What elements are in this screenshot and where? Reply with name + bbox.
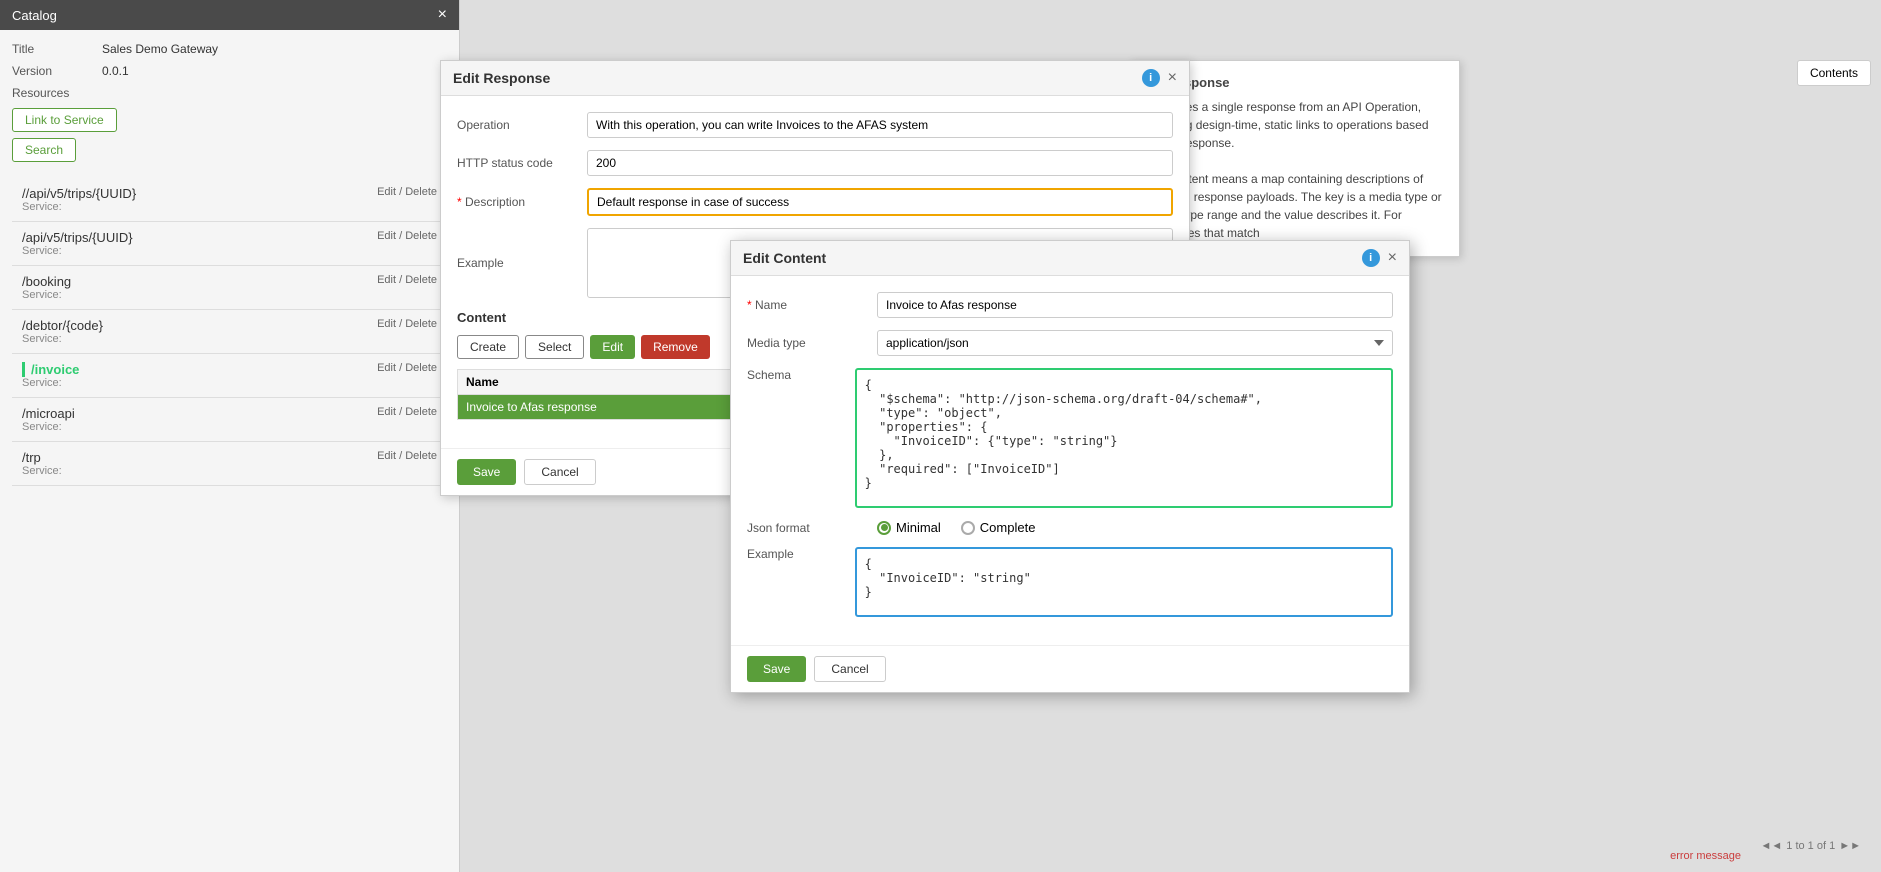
nav-path: /api/v5/trips/{UUID} [22, 230, 437, 245]
nav-path: //api/v5/trips/{UUID} [22, 186, 437, 201]
catalog-title: Catalog [12, 8, 57, 23]
content-name-label: Name [747, 298, 877, 312]
edit-content-title: Edit Content [743, 250, 826, 266]
nav-service: Service: [22, 421, 437, 433]
schema-textarea[interactable]: { "$schema": "http://json-schema.org/dra… [855, 368, 1393, 508]
schema-label: Schema [747, 368, 855, 382]
info-panel-title: The response [1145, 75, 1445, 90]
description-label: Description [457, 195, 587, 209]
nav-path: /trp [22, 450, 437, 465]
catalog-header: Catalog × [0, 0, 459, 30]
content-name-input[interactable] [877, 292, 1393, 318]
edit-response-close-icon[interactable]: × [1168, 69, 1177, 87]
json-format-row: Json format Minimal Complete [747, 520, 1393, 535]
nav-item[interactable]: Edit / Delete /invoice Service: [12, 354, 447, 398]
edit-content-save-button[interactable]: Save [747, 656, 806, 682]
schema-row: Schema { "$schema": "http://json-schema.… [747, 368, 1393, 508]
radio-minimal-label: Minimal [896, 520, 941, 535]
edit-content-button[interactable]: Edit [590, 335, 635, 359]
nav-path: /booking [22, 274, 437, 289]
edit-response-title: Edit Response [453, 70, 550, 86]
nav-edit-link[interactable]: Edit / Delete [377, 362, 437, 374]
nav-item[interactable]: Edit / Delete /trp Service: [12, 442, 447, 486]
description-row: Description [457, 188, 1173, 216]
nav-path: /invoice [22, 362, 437, 377]
media-type-select[interactable]: application/json [877, 330, 1393, 356]
nav-item[interactable]: Edit / Delete /api/v5/trips/{UUID} Servi… [12, 222, 447, 266]
http-status-label: HTTP status code [457, 156, 587, 170]
search-button[interactable]: Search [12, 138, 76, 162]
edit-content-header-actions: i × [1362, 249, 1397, 267]
nav-item[interactable]: Edit / Delete //api/v5/trips/{UUID} Serv… [12, 178, 447, 222]
info-panel-text: Describes a single response from an API … [1145, 98, 1445, 242]
edit-response-header-actions: i × [1142, 69, 1177, 87]
nav-service: Service: [22, 465, 437, 477]
edit-content-close-icon[interactable]: × [1388, 249, 1397, 267]
content-example-row: Example { "InvoiceID": "string" } [747, 547, 1393, 617]
title-field: Title Sales Demo Gateway [12, 42, 447, 56]
nav-edit-link[interactable]: Edit / Delete [377, 274, 437, 286]
title-label: Title [12, 42, 102, 56]
json-format-radio-group: Minimal Complete [877, 520, 1035, 535]
title-value: Sales Demo Gateway [102, 42, 218, 56]
nav-list: Edit / Delete //api/v5/trips/{UUID} Serv… [12, 178, 447, 486]
nav-edit-link[interactable]: Edit / Delete [377, 450, 437, 462]
version-label: Version [12, 64, 102, 78]
contents-button[interactable]: Contents [1797, 60, 1871, 86]
edit-response-cancel-button[interactable]: Cancel [524, 459, 595, 485]
edit-content-info-icon[interactable]: i [1362, 249, 1380, 267]
content-example-textarea[interactable]: { "InvoiceID": "string" } [855, 547, 1393, 617]
nav-service: Service: [22, 245, 437, 257]
nav-path: /debtor/{code} [22, 318, 437, 333]
example-label: Example [457, 256, 587, 270]
radio-minimal[interactable]: Minimal [877, 520, 941, 535]
edit-content-cancel-button[interactable]: Cancel [814, 656, 885, 682]
nav-service: Service: [22, 377, 437, 389]
nav-item[interactable]: Edit / Delete /debtor/{code} Service: [12, 310, 447, 354]
resource-buttons: Link to Service Search [12, 108, 447, 168]
remove-content-button[interactable]: Remove [641, 335, 710, 359]
resources-field: Resources [12, 86, 447, 100]
nav-edit-link[interactable]: Edit / Delete [377, 230, 437, 242]
operation-label: Operation [457, 118, 587, 132]
nav-edit-link[interactable]: Edit / Delete [377, 406, 437, 418]
http-status-input[interactable] [587, 150, 1173, 176]
nav-item[interactable]: Edit / Delete /booking Service: [12, 266, 447, 310]
edit-content-footer: Save Cancel [731, 645, 1409, 692]
nav-service: Service: [22, 201, 437, 213]
radio-complete-circle [961, 521, 975, 535]
edit-content-header: Edit Content i × [731, 241, 1409, 276]
description-input[interactable] [587, 188, 1173, 216]
select-content-button[interactable]: Select [525, 335, 584, 359]
media-type-label: Media type [747, 336, 877, 350]
radio-minimal-circle [877, 521, 891, 535]
operation-row: Operation [457, 112, 1173, 138]
link-to-service-button[interactable]: Link to Service [12, 108, 117, 132]
content-name-row: Name [747, 292, 1393, 318]
catalog-close-icon[interactable]: × [438, 6, 447, 24]
edit-content-modal: Edit Content i × Name Media type applica… [730, 240, 1410, 693]
operation-input[interactable] [587, 112, 1173, 138]
content-example-label: Example [747, 547, 855, 561]
nav-edit-link[interactable]: Edit / Delete [377, 318, 437, 330]
nav-service: Service: [22, 333, 437, 345]
edit-response-header: Edit Response i × [441, 61, 1189, 96]
radio-complete[interactable]: Complete [961, 520, 1036, 535]
version-value: 0.0.1 [102, 64, 129, 78]
catalog-panel: Catalog × Title Sales Demo Gateway Versi… [0, 0, 460, 872]
http-status-row: HTTP status code [457, 150, 1173, 176]
create-content-button[interactable]: Create [457, 335, 519, 359]
edit-response-save-button[interactable]: Save [457, 459, 516, 485]
nav-path: /microapi [22, 406, 437, 421]
json-format-label: Json format [747, 521, 877, 535]
nav-service: Service: [22, 289, 437, 301]
nav-item[interactable]: Edit / Delete /microapi Service: [12, 398, 447, 442]
radio-complete-label: Complete [980, 520, 1036, 535]
nav-edit-link[interactable]: Edit / Delete [377, 186, 437, 198]
media-type-row: Media type application/json [747, 330, 1393, 356]
version-field: Version 0.0.1 [12, 64, 447, 78]
edit-response-info-icon[interactable]: i [1142, 69, 1160, 87]
resources-label: Resources [12, 86, 102, 100]
